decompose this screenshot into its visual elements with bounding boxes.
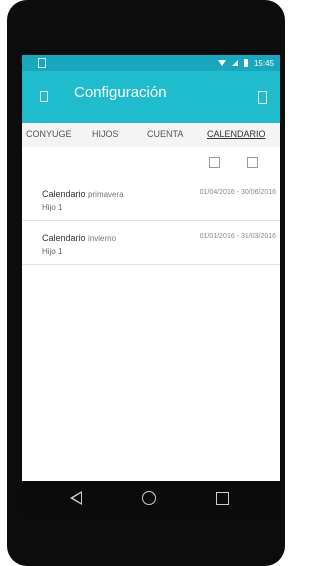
item-title: Calendario invierno bbox=[42, 233, 116, 243]
page-title: Configuración bbox=[74, 84, 167, 101]
item-dates: 01/01/2016 - 31/03/2016 bbox=[199, 233, 276, 240]
recent-apps-button[interactable] bbox=[202, 481, 242, 515]
signal-icon bbox=[231, 60, 238, 66]
item-dates: 01/04/2016 - 30/06/2016 bbox=[199, 189, 276, 196]
toolbar: Configuración bbox=[22, 71, 280, 123]
home-button[interactable] bbox=[129, 481, 169, 515]
tab-conyuge[interactable]: CONYUGE bbox=[26, 129, 72, 139]
home-icon bbox=[142, 491, 156, 505]
menu-icon[interactable] bbox=[40, 91, 48, 102]
notification-icon bbox=[38, 58, 46, 68]
navigation-bar bbox=[22, 481, 280, 515]
item-child: Hijo 1 bbox=[42, 247, 63, 256]
item-title: Calendario primavera bbox=[42, 189, 124, 199]
app-screen: 15:45 Configuración CONYUGE HIJOS CUENTA… bbox=[22, 55, 280, 481]
battery-icon bbox=[243, 59, 248, 67]
back-icon bbox=[70, 491, 82, 505]
back-button[interactable] bbox=[56, 481, 96, 515]
list-item[interactable]: Calendario invierno 01/01/2016 - 31/03/2… bbox=[22, 227, 280, 265]
tab-hijos[interactable]: HIJOS bbox=[92, 129, 119, 139]
status-indicators: 15:45 bbox=[217, 57, 274, 69]
recent-apps-icon bbox=[215, 491, 229, 505]
wifi-icon bbox=[217, 60, 226, 66]
edit-icon[interactable] bbox=[247, 157, 258, 168]
status-time: 15:45 bbox=[253, 58, 274, 68]
tab-bar: CONYUGE HIJOS CUENTA CALENDARIO bbox=[22, 123, 280, 147]
item-label: Calendario bbox=[42, 189, 86, 199]
item-season: invierno bbox=[88, 234, 117, 243]
item-season: primavera bbox=[88, 190, 124, 199]
add-icon[interactable] bbox=[209, 157, 220, 168]
tab-cuenta[interactable]: CUENTA bbox=[147, 129, 183, 139]
action-row bbox=[22, 147, 280, 183]
status-bar: 15:45 bbox=[22, 55, 280, 71]
list-item[interactable]: Calendario primavera 01/04/2016 - 30/06/… bbox=[22, 183, 280, 221]
tab-calendario[interactable]: CALENDARIO bbox=[207, 129, 266, 139]
overflow-icon[interactable] bbox=[258, 91, 267, 104]
item-label: Calendario bbox=[42, 233, 86, 243]
item-child: Hijo 1 bbox=[42, 203, 63, 212]
